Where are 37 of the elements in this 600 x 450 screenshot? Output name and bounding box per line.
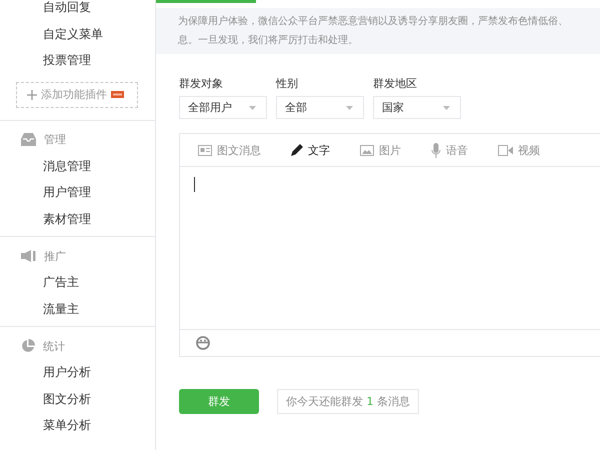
dropdown[interactable]: 全部用户 xyxy=(179,96,267,119)
section-title: 管理 xyxy=(44,132,66,147)
image-icon xyxy=(360,144,374,156)
sidebar-item[interactable]: 投票管理 xyxy=(0,47,155,74)
sidebar-item[interactable]: 用户管理 xyxy=(0,179,155,206)
sidebar-item[interactable]: 用户分析 xyxy=(0,359,155,386)
plus-icon xyxy=(27,90,37,100)
sidebar-item[interactable]: 菜单分析 xyxy=(0,412,155,438)
dropdown[interactable]: 全部 xyxy=(276,96,364,119)
pencil-icon xyxy=(291,144,303,156)
microphone-icon xyxy=(431,142,441,158)
notice-text: 为保障用户体验，微信公众平台严禁恶意营销以及诱导分享朋友圈，严禁发布色情低俗、 xyxy=(178,14,569,29)
caret-icon xyxy=(346,106,353,110)
sidebar-item[interactable]: 广告主 xyxy=(0,269,155,296)
megaphone-icon xyxy=(21,250,36,262)
sidebar-item[interactable]: 消息管理 xyxy=(0,152,155,179)
notice-text: 息。一旦发现，我们将严厉打击和处理。 xyxy=(178,34,359,48)
sidebar-item[interactable]: 自定义菜单 xyxy=(0,20,155,47)
filter-label: 群发对象 xyxy=(179,76,224,91)
caret-icon xyxy=(249,106,256,110)
news-icon xyxy=(198,144,212,156)
sidebar-item[interactable]: 素材管理 xyxy=(0,206,155,232)
sidebar-item[interactable]: 自动回复 xyxy=(0,0,155,20)
sidebar-item[interactable]: 流量主 xyxy=(0,296,155,322)
caret-icon xyxy=(443,106,450,110)
pie-chart-icon xyxy=(21,339,35,353)
dropdown[interactable]: 国家 xyxy=(373,96,461,119)
section-title: 推广 xyxy=(44,248,66,264)
filter-label: 性别 xyxy=(276,76,299,91)
remaining-messages-tip: 你今天还能群发 1 条消息 xyxy=(277,389,419,414)
filter-label: 群发地区 xyxy=(373,76,418,91)
video-camera-icon xyxy=(498,144,513,156)
emoji-icon[interactable] xyxy=(196,336,210,350)
editor-tab[interactable]: 文字 xyxy=(291,142,330,158)
inbox-icon xyxy=(21,133,36,146)
sidebar-item[interactable]: 图文分析 xyxy=(0,386,155,412)
section-title: 统计 xyxy=(43,338,65,354)
